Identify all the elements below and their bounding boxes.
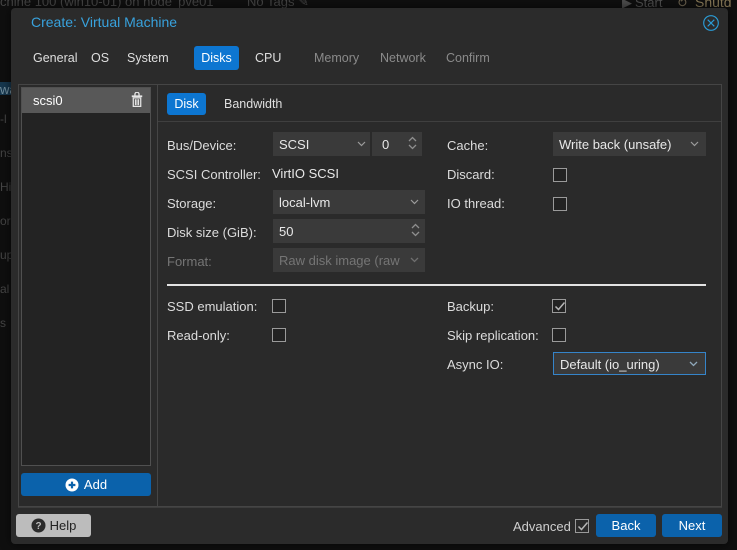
svg-text:?: ? — [35, 521, 41, 532]
